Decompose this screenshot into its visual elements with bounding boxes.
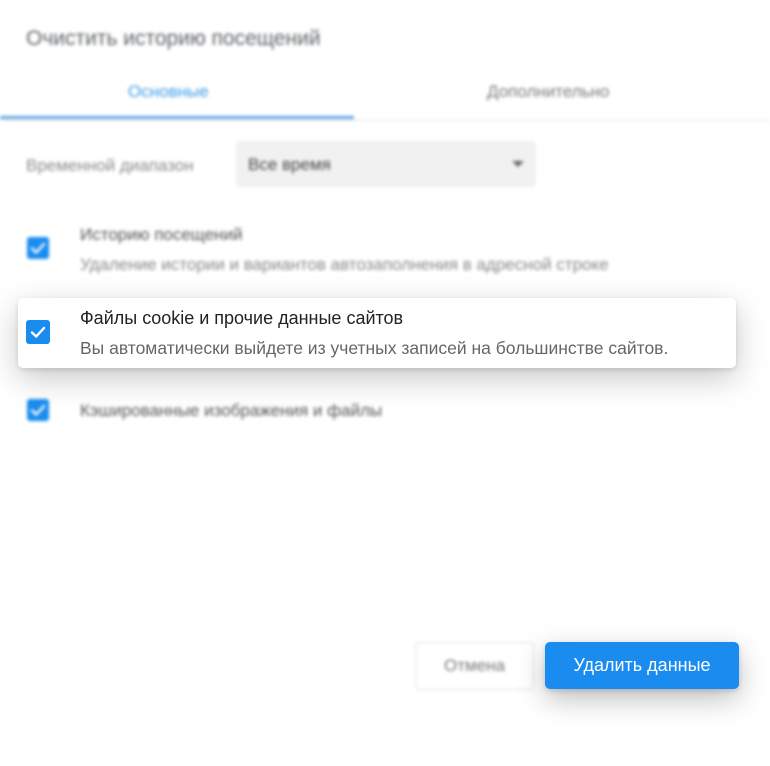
cookies-description: Вы автоматически выйдете из учетных запи…: [80, 338, 669, 358]
time-range-label: Временной диапазон: [26, 156, 194, 175]
cookies-title: Файлы cookie и прочие данные сайтов: [80, 308, 404, 328]
browsing-history-checkbox[interactable]: [27, 237, 49, 259]
cached-images-title: Кэшированные изображения и файлы: [80, 401, 383, 420]
cookies-option-highlight[interactable]: Файлы cookie и прочие данные сайтов Вы а…: [18, 298, 736, 368]
browsing-history-description: Удаление истории и вариантов автозаполне…: [80, 255, 609, 274]
browsing-history-title: Историю посещений: [80, 225, 243, 244]
cookies-checkbox[interactable]: [26, 320, 50, 344]
tab-advanced[interactable]: Дополнительно: [487, 82, 609, 102]
time-range-value: Все время: [248, 155, 331, 174]
checkmark-icon: [30, 326, 46, 338]
delete-data-button[interactable]: Удалить данные: [545, 642, 739, 689]
dropdown-arrow-icon: [512, 161, 524, 167]
clear-history-dialog: Очистить историю посещений Основные Допо…: [0, 0, 770, 766]
time-range-select[interactable]: Все время: [236, 141, 536, 187]
checkmark-icon: [30, 242, 46, 254]
active-tab-indicator: [0, 116, 354, 119]
tab-bar: Основные Дополнительно: [0, 74, 770, 121]
dialog-title: Очистить историю посещений: [26, 27, 321, 50]
cached-images-checkbox[interactable]: [27, 399, 49, 421]
cancel-button[interactable]: Отмена: [415, 642, 534, 690]
tab-basic[interactable]: Основные: [128, 82, 209, 102]
checkmark-icon: [30, 404, 46, 416]
